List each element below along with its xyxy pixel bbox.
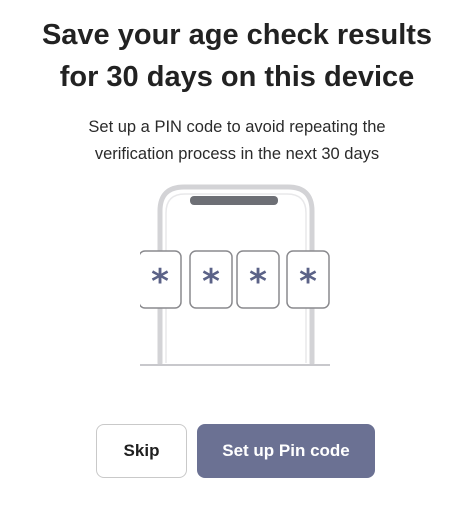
- pin-digit-3: *: [249, 262, 267, 302]
- pin-digit-4: *: [299, 262, 317, 302]
- pin-box-2: *: [189, 250, 233, 309]
- setup-pin-button[interactable]: Set up Pin code: [197, 424, 375, 478]
- pin-digit-2: *: [202, 262, 220, 302]
- subtitle-line-2: verification process in the next 30 days: [94, 145, 380, 163]
- pin-box-4: *: [286, 250, 330, 309]
- phone-notch: [190, 196, 278, 205]
- title-line-2: for 30 days on this device: [59, 61, 415, 93]
- page-title: Save your age check results for 30 days …: [0, 14, 474, 98]
- skip-button[interactable]: Skip: [96, 424, 187, 478]
- subtitle-line-1: Set up a PIN code to avoid repeating the: [88, 118, 386, 136]
- pin-box-1: *: [140, 250, 182, 309]
- title-line-1: Save your age check results: [41, 19, 433, 51]
- pin-digit-1: *: [151, 262, 169, 302]
- pin-box-3: *: [236, 250, 280, 309]
- phone-with-pin-icon: * * * *: [140, 184, 330, 366]
- page-subtitle: Set up a PIN code to avoid repeating the…: [0, 114, 474, 168]
- phone-pin-illustration: * * * *: [140, 183, 340, 373]
- phone-screen-edge: [165, 193, 307, 363]
